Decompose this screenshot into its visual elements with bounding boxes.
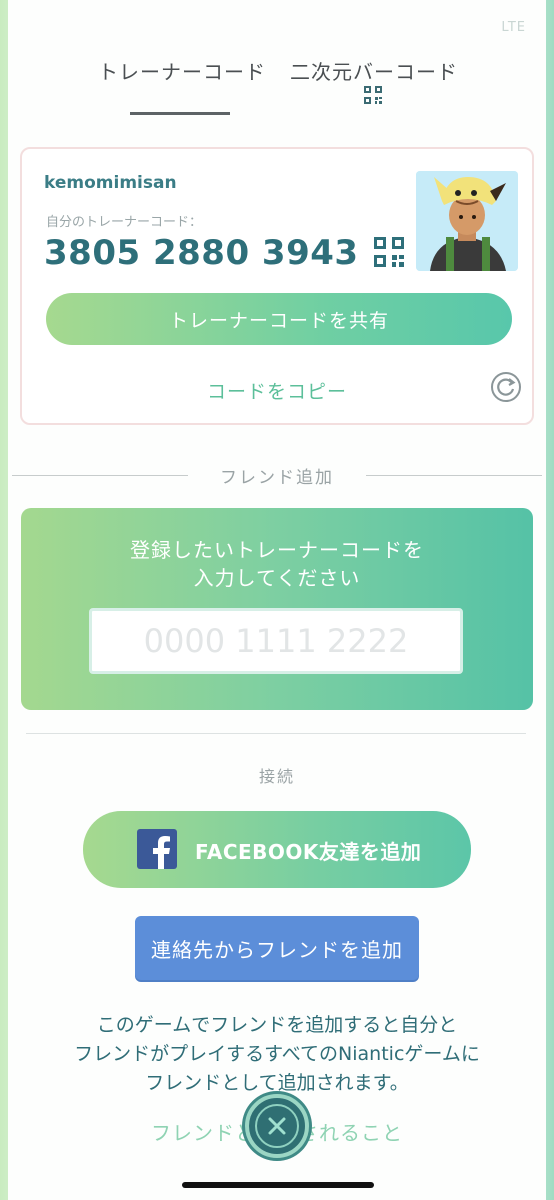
- friend-add-divider: フレンド追加: [12, 463, 542, 488]
- prompt-line: 入力してください: [193, 566, 361, 590]
- qr-code-icon[interactable]: [374, 237, 404, 267]
- trainer-code-label: 自分のトレーナーコード：: [46, 215, 203, 230]
- tab-bar: トレーナーコード 二次元バーコード: [0, 56, 554, 120]
- active-tab-indicator: [130, 112, 230, 115]
- add-friend-prompt: 登録したいトレーナーコードを 入力してください: [21, 536, 533, 592]
- add-facebook-friends-button[interactable]: FACEBOOK友達を追加: [83, 811, 471, 888]
- facebook-button-label: FACEBOOK友達を追加: [195, 840, 422, 864]
- info-line: このゲームでフレンドを追加すると自分と: [96, 1014, 458, 1036]
- add-friend-panel: 登録したいトレーナーコードを 入力してください: [21, 508, 533, 710]
- connect-section-label: 接続: [258, 767, 295, 786]
- divider-line: [366, 475, 542, 476]
- friend-info-text: このゲームでフレンドを追加すると自分と フレンドがプレイするすべてのNianti…: [0, 1011, 554, 1098]
- friend-add-section-label: フレンド追加: [220, 468, 334, 488]
- qr-code-icon[interactable]: [364, 86, 382, 104]
- copy-code-link[interactable]: コードをコピー: [22, 377, 532, 404]
- trainer-card: kemomimisan 自分のトレーナーコード： 3805 2880 3943 …: [20, 147, 534, 425]
- prompt-line: 登録したいトレーナーコードを: [130, 538, 424, 562]
- divider-line: [12, 475, 188, 476]
- trainer-avatar[interactable]: [416, 171, 518, 271]
- share-trainer-code-button[interactable]: トレーナーコードを共有: [46, 293, 512, 345]
- avatar-image: [416, 171, 518, 271]
- home-indicator[interactable]: [182, 1182, 374, 1188]
- refresh-icon[interactable]: [490, 371, 522, 403]
- trainer-code-input[interactable]: [89, 608, 463, 674]
- tab-trainer-code[interactable]: トレーナーコード: [98, 56, 266, 85]
- trainer-username: kemomimisan: [44, 173, 177, 193]
- tab-qr-code[interactable]: 二次元バーコード: [290, 56, 458, 85]
- divider-line: [26, 733, 526, 734]
- trainer-code-value: 3805 2880 3943: [44, 233, 359, 273]
- close-icon: [268, 1117, 286, 1135]
- facebook-icon: [137, 829, 177, 869]
- add-from-contacts-button[interactable]: 連絡先からフレンドを追加: [135, 916, 419, 980]
- info-line: フレンドがプレイするすべてのNianticゲームに: [74, 1043, 480, 1065]
- close-button[interactable]: [245, 1094, 309, 1158]
- status-bar: LTE: [501, 20, 526, 35]
